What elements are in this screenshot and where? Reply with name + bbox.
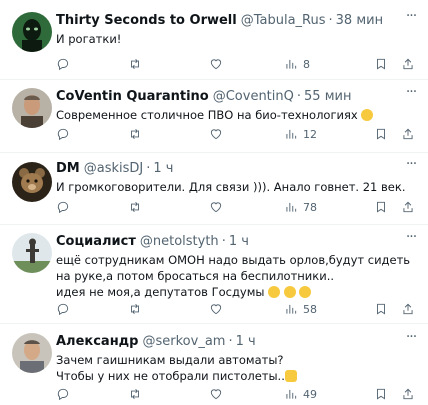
timestamp[interactable]: 55 мин (304, 89, 351, 104)
bookmark-icon[interactable] (374, 57, 388, 71)
tweet-header: Александр @serkov_am · 1 ч (56, 332, 420, 350)
separator-dot: · (146, 160, 151, 176)
author-handle[interactable]: @askisDJ (84, 161, 144, 176)
tweet[interactable]: Александр @serkov_am · 1 ч ··· Зачем гаи… (0, 324, 428, 405)
tweet-actions: 49 (56, 385, 416, 403)
tweet-text-container: ещё сотрудникам ОМОН надо выдать орлов,б… (56, 252, 420, 300)
retweet-icon[interactable] (128, 127, 142, 141)
author-handle[interactable]: @Tabula_Rus (241, 13, 326, 28)
avatar[interactable] (12, 333, 52, 373)
share-icon[interactable] (401, 57, 415, 71)
avatar[interactable] (12, 233, 52, 273)
author-handle[interactable]: @CoventinQ (213, 89, 294, 104)
reply-icon[interactable] (56, 127, 70, 141)
author-name[interactable]: Thirty Seconds to Orwell (56, 13, 237, 28)
tweet[interactable]: Социалист @netolstyth · 1 ч ··· ещё сотр… (0, 225, 428, 324)
tweet-actions: 8 (56, 55, 416, 73)
timestamp[interactable]: 38 мин (336, 13, 383, 28)
timestamp[interactable]: 1 ч (229, 234, 249, 249)
avatar[interactable] (12, 88, 52, 128)
reply-icon[interactable] (56, 387, 70, 401)
author-name[interactable]: DM (56, 161, 80, 176)
reply-icon[interactable] (56, 57, 70, 71)
retweet-icon[interactable] (128, 57, 142, 71)
like-icon[interactable] (209, 200, 223, 214)
tweet-text-container: Современное столичное ПВО на био-техноло… (56, 107, 420, 123)
views-counter[interactable]: 78 (284, 200, 317, 214)
timestamp[interactable]: 1 ч (236, 334, 256, 349)
views-counter[interactable]: 8 (284, 57, 310, 71)
more-options-icon[interactable]: ··· (402, 157, 420, 177)
reply-icon[interactable] (56, 200, 70, 214)
bookmark-icon[interactable] (374, 387, 388, 401)
retweet-icon[interactable] (128, 200, 142, 214)
views-icon (286, 202, 297, 212)
retweet-icon[interactable] (128, 302, 142, 316)
laughing-emoji-icon (299, 286, 312, 298)
tweet-text-container: Зачем гаишникам выдали автоматы? Чтобы у… (56, 352, 420, 384)
tweet[interactable]: Thirty Seconds to Orwell @Tabula_Rus · 3… (0, 0, 428, 80)
views-count: 12 (303, 127, 317, 141)
views-count: 58 (303, 302, 317, 316)
replies-feed: Thirty Seconds to Orwell @Tabula_Rus · 3… (0, 0, 428, 405)
views-icon (286, 304, 297, 314)
separator-dot: · (228, 333, 233, 349)
tweet-actions: 78 (56, 198, 416, 216)
views-icon (286, 389, 297, 399)
facepalm-emoji-icon (284, 370, 297, 382)
views-count: 78 (303, 200, 317, 214)
views-icon (286, 129, 297, 139)
separator-dot: · (296, 88, 302, 104)
views-counter[interactable]: 12 (284, 127, 317, 141)
more-options-icon[interactable]: ··· (402, 330, 420, 350)
views-count: 8 (303, 57, 310, 71)
views-counter[interactable]: 58 (284, 302, 317, 316)
tweet-actions: 12 (56, 125, 416, 143)
more-options-icon[interactable]: ··· (402, 9, 420, 29)
share-icon[interactable] (401, 127, 415, 141)
tweet-text: И громкоговорители. Для связи ))). Анало… (56, 180, 406, 194)
tweet-header: DM @askisDJ · 1 ч (56, 159, 420, 177)
tweet-actions: 58 (56, 300, 416, 318)
author-name[interactable]: Социалист (56, 234, 136, 249)
like-icon[interactable] (209, 387, 223, 401)
author-handle[interactable]: @serkov_am (143, 334, 226, 349)
share-icon[interactable] (401, 200, 415, 214)
laughing-emoji-icon (283, 286, 296, 298)
tweet[interactable]: CoVentin Quarantino @CoventinQ · 55 мин … (0, 80, 428, 153)
author-name[interactable]: Александр (56, 334, 139, 349)
separator-dot: · (221, 233, 226, 249)
tweet-text: ещё сотрудникам ОМОН надо выдать орлов,б… (56, 253, 411, 299)
like-icon[interactable] (209, 127, 223, 141)
timestamp[interactable]: 1 ч (153, 161, 173, 176)
views-counter[interactable]: 49 (284, 387, 317, 401)
author-name[interactable]: CoVentin Quarantino (56, 89, 209, 104)
bookmark-icon[interactable] (374, 127, 388, 141)
tweet-header: Thirty Seconds to Orwell @Tabula_Rus · 3… (56, 11, 420, 29)
views-count: 49 (303, 387, 317, 401)
bookmark-icon[interactable] (374, 302, 388, 316)
more-options-icon[interactable]: ··· (402, 85, 420, 105)
tweet-text: И рогатки! (56, 32, 122, 46)
avatar[interactable] (12, 162, 52, 202)
more-options-icon[interactable]: ··· (402, 230, 420, 250)
tweet[interactable]: DM @askisDJ · 1 ч ··· И громкоговорители… (0, 153, 428, 225)
retweet-icon[interactable] (128, 387, 142, 401)
avatar[interactable] (12, 12, 52, 52)
bookmark-icon[interactable] (374, 200, 388, 214)
share-icon[interactable] (401, 302, 415, 316)
author-handle[interactable]: @netolstyth (140, 234, 219, 249)
tweet-header: CoVentin Quarantino @CoventinQ · 55 мин (56, 87, 420, 105)
rofl-emoji-icon (361, 109, 374, 121)
share-icon[interactable] (401, 387, 415, 401)
tweet-header: Социалист @netolstyth · 1 ч (56, 232, 420, 250)
tweet-text: Зачем гаишникам выдали автоматы? Чтобы у… (56, 353, 285, 383)
separator-dot: · (328, 12, 333, 28)
like-icon[interactable] (209, 302, 223, 316)
views-icon (286, 59, 297, 69)
laughing-emoji-icon (268, 286, 281, 298)
tweet-text: Современное столичное ПВО на био-техноло… (56, 108, 358, 122)
like-icon[interactable] (209, 57, 223, 71)
reply-icon[interactable] (56, 302, 70, 316)
